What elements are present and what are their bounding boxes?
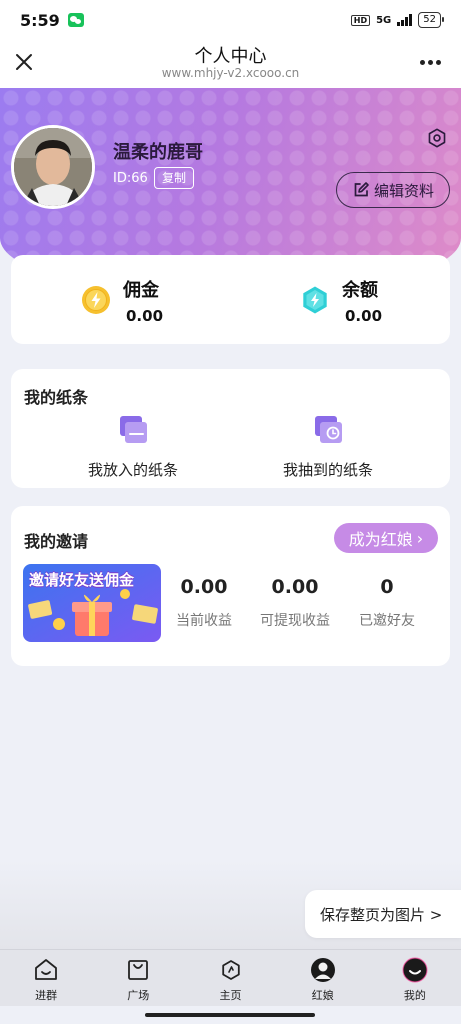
hexagon-home-icon bbox=[221, 960, 240, 980]
home-group-icon bbox=[35, 959, 57, 980]
my-notes-card: 我的纸条 我放入的纸条 我抽到的纸条 bbox=[11, 369, 450, 488]
tab-label: 红娘 bbox=[311, 989, 334, 1002]
lightning-coin-icon bbox=[82, 286, 110, 314]
home-indicator bbox=[145, 1013, 315, 1017]
tab-bar: 进群 广场 主页 红娘 我的 bbox=[0, 949, 461, 1006]
wallet-card: 佣金 0.00 余额 0.00 bbox=[11, 255, 450, 344]
commission-item[interactable]: 佣金 0.00 bbox=[11, 255, 211, 344]
page-title: 个人中心 bbox=[194, 46, 267, 67]
drawn-note-icon bbox=[315, 416, 342, 443]
tab-square[interactable]: 广场 bbox=[92, 950, 184, 1006]
invited-friends-value: 0 bbox=[380, 576, 394, 598]
my-invites-card: 我的邀请 成为红娘 › 邀请好友送佣金 0.00 当前收益 0.00 可提现收益… bbox=[11, 506, 450, 666]
network-type: 5G bbox=[376, 14, 392, 26]
hd-badge: HD bbox=[350, 14, 371, 26]
withdrawable-earnings-stat: 0.00 可提现收益 bbox=[250, 576, 340, 630]
invited-friends-stat: 0 已邀好友 bbox=[342, 576, 432, 630]
tab-label: 广场 bbox=[127, 989, 150, 1002]
status-indicators: HD 5G 52 bbox=[350, 12, 444, 28]
edit-profile-button[interactable]: 编辑资料 bbox=[336, 172, 450, 208]
nav-bar: 个人中心 www.mhjy-v2.xcooo.cn bbox=[0, 40, 461, 88]
balance-label: 余额 bbox=[342, 280, 378, 301]
become-matchmaker-button[interactable]: 成为红娘 › bbox=[334, 523, 438, 553]
settings-icon[interactable] bbox=[426, 127, 448, 149]
signal-icon bbox=[397, 14, 413, 26]
avatar[interactable] bbox=[11, 125, 95, 209]
withdrawable-earnings-value: 0.00 bbox=[271, 576, 319, 598]
my-invites-title: 我的邀请 bbox=[24, 532, 89, 551]
tab-label: 主页 bbox=[219, 989, 242, 1002]
balance-value: 0.00 bbox=[345, 307, 383, 325]
wechat-icon bbox=[67, 13, 84, 27]
put-notes-label: 我放入的纸条 bbox=[87, 461, 178, 479]
balance-item[interactable]: 余额 0.00 bbox=[230, 255, 430, 344]
user-id: ID:66 bbox=[113, 171, 148, 186]
copy-id-button[interactable]: 复制 bbox=[154, 167, 195, 189]
current-earnings-label: 当前收益 bbox=[176, 613, 232, 629]
commission-value: 0.00 bbox=[126, 307, 164, 325]
username: 温柔的鹿哥 bbox=[113, 142, 203, 163]
matchmaker-avatar-icon bbox=[310, 958, 335, 982]
battery-icon: 52 bbox=[418, 12, 444, 28]
put-notes-item[interactable]: 我放入的纸条 bbox=[53, 413, 213, 483]
tab-my[interactable]: 我的 bbox=[369, 950, 461, 1006]
invited-friends-label: 已邀好友 bbox=[359, 613, 415, 629]
save-page-as-image-button[interactable]: 保存整页为图片 > bbox=[305, 890, 461, 938]
tab-matchmaker[interactable]: 红娘 bbox=[277, 950, 369, 1006]
my-notes-title: 我的纸条 bbox=[24, 388, 89, 407]
drawn-notes-label: 我抽到的纸条 bbox=[282, 461, 373, 479]
invite-friends-banner[interactable]: 邀请好友送佣金 bbox=[23, 564, 161, 642]
tab-join-group[interactable]: 进群 bbox=[0, 950, 92, 1006]
edit-profile-label: 编辑资料 bbox=[373, 181, 434, 200]
invite-banner-text: 邀请好友送佣金 bbox=[29, 571, 135, 589]
tab-label: 进群 bbox=[35, 989, 58, 1002]
tab-label: 我的 bbox=[403, 989, 426, 1002]
current-earnings-value: 0.00 bbox=[180, 576, 228, 598]
tab-home[interactable]: 主页 bbox=[184, 950, 276, 1006]
status-time: 5:59 bbox=[20, 10, 60, 30]
square-bag-icon bbox=[128, 960, 149, 980]
drawn-notes-item[interactable]: 我抽到的纸条 bbox=[248, 413, 408, 483]
become-matchmaker-label: 成为红娘 bbox=[348, 530, 413, 549]
commission-label: 佣金 bbox=[123, 280, 159, 301]
diamond-icon bbox=[303, 286, 327, 314]
edit-icon bbox=[354, 182, 369, 197]
put-note-icon bbox=[120, 416, 147, 443]
my-profile-icon bbox=[402, 957, 428, 983]
withdrawable-earnings-label: 可提现收益 bbox=[260, 613, 330, 629]
status-bar: 5:59 HD 5G 52 bbox=[0, 0, 461, 40]
current-earnings-stat: 0.00 当前收益 bbox=[159, 576, 249, 630]
page-url: www.mhjy-v2.xcooo.cn bbox=[161, 66, 300, 80]
chevron-right-icon: › bbox=[416, 528, 424, 548]
more-icon[interactable] bbox=[417, 50, 443, 74]
